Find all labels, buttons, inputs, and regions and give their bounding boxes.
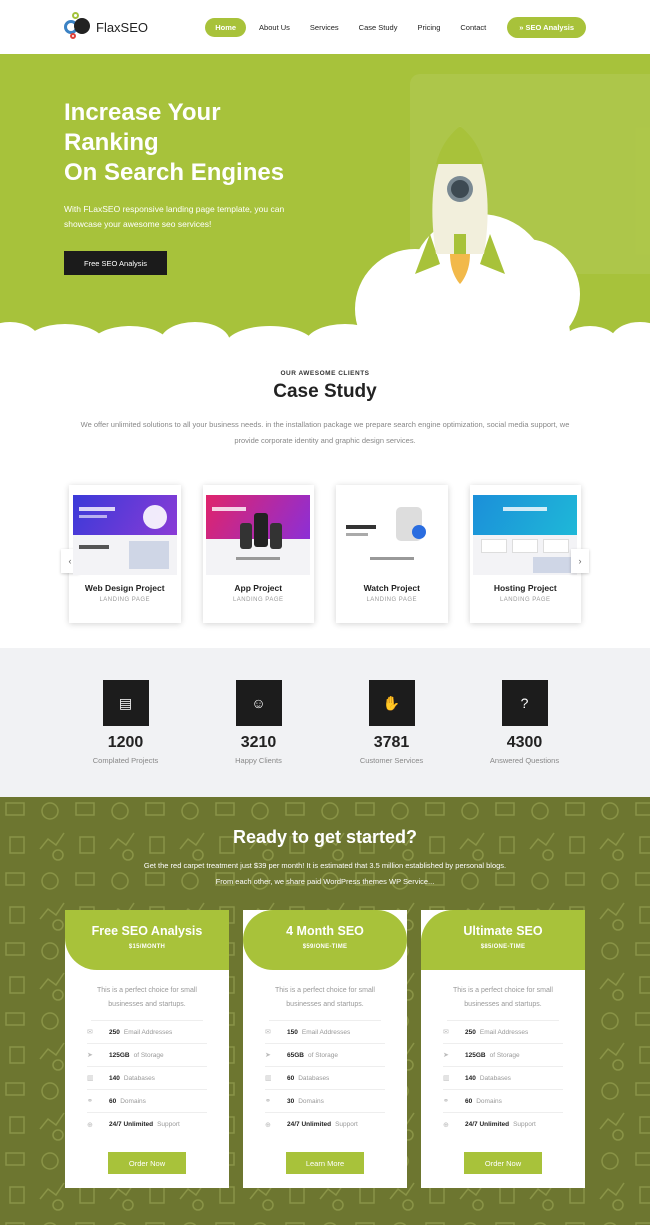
nav-item-about-us[interactable]: About Us — [252, 18, 297, 37]
feature-row: ➤ 125GB of Storage — [443, 1044, 563, 1067]
trash-icon: ▥ — [265, 1075, 272, 1082]
nav-item-pricing[interactable]: Pricing — [410, 18, 447, 37]
plan-header: Ultimate SEO $85/ONE-TIME — [421, 910, 585, 970]
stat-item: ✋ 3781 Customer Services — [325, 648, 458, 797]
pricing-card: Ultimate SEO $85/ONE-TIME This is a perf… — [421, 910, 585, 1188]
support-icon: ✋ — [368, 680, 415, 726]
rocket-icon — [415, 126, 505, 284]
send-icon: ➤ — [443, 1052, 449, 1059]
project-thumbnail — [473, 495, 578, 575]
order-now-button[interactable]: Order Now — [464, 1152, 542, 1174]
hero-subtitle: With FLaxSEO responsive landing page tem… — [64, 204, 285, 229]
stat-item: ? 4300 Answered Questions — [458, 648, 591, 797]
nav-item-contact[interactable]: Contact — [453, 18, 493, 37]
project-card[interactable]: Watch Project LANDING PAGE — [336, 485, 448, 623]
stat-item: ▤ 1200 Complated Projects — [59, 648, 192, 797]
send-icon: ➤ — [87, 1052, 93, 1059]
feature-row: ⊕ 24/7 Unlimited Support — [87, 1121, 180, 1129]
feature-row: ➤ 65GB of Storage — [265, 1044, 385, 1067]
link-icon: ⚭ — [443, 1098, 449, 1105]
site-header: FlaxSEO Home About Us Services Case Stud… — [0, 0, 650, 54]
feature-row: ⊕ 24/7 Unlimited Support — [443, 1121, 536, 1129]
order-now-button[interactable]: Order Now — [108, 1152, 186, 1174]
send-icon: ➤ — [265, 1052, 271, 1059]
logo-icon — [64, 12, 92, 40]
link-icon: ⚭ — [87, 1098, 93, 1105]
question-icon: ? — [501, 680, 548, 726]
pricing-description: Get the red carpet treatment just $39 pe… — [143, 861, 507, 886]
feature-row: ⊕ 24/7 Unlimited Support — [265, 1121, 358, 1129]
section-description: We offer unlimited solutions to all your… — [80, 420, 570, 445]
learn-more-button[interactable]: Learn More — [286, 1152, 364, 1174]
feature-row: ✉ 150 Email Addresses — [265, 1021, 385, 1044]
project-thumbnail — [72, 495, 177, 575]
email-icon: ✉ — [265, 1029, 271, 1036]
pricing-card: 4 Month SEO $59/ONE-TIME This is a perfe… — [243, 910, 407, 1188]
pricing-plans: Free SEO Analysis $15/MONTH This is a pe… — [0, 910, 650, 1188]
project-card[interactable]: Web Design Project LANDING PAGE — [69, 485, 181, 623]
project-carousel: ‹ Web Design Project LANDING PAGE App Pr… — [61, 485, 589, 623]
email-icon: ✉ — [443, 1029, 449, 1036]
email-icon: ✉ — [87, 1029, 93, 1036]
pricing-card: Free SEO Analysis $15/MONTH This is a pe… — [65, 910, 229, 1188]
stats-section: ▤ 1200 Complated Projects ☺ 3210 Happy C… — [0, 648, 650, 797]
plan-header: Free SEO Analysis $15/MONTH — [65, 910, 229, 970]
carousel-next-icon[interactable]: › — [571, 549, 589, 573]
briefcase-icon: ▤ — [102, 680, 149, 726]
free-seo-analysis-button[interactable]: Free SEO Analysis — [64, 251, 167, 275]
hero-title: Increase Your Ranking On Search Engines — [64, 99, 285, 186]
main-nav: Home About Us Services Case Study Pricin… — [205, 17, 493, 37]
feature-row: ⚭ 30 Domains — [265, 1090, 385, 1113]
feature-row: ➤ 125GB of Storage — [87, 1044, 207, 1067]
project-thumbnail — [206, 495, 311, 575]
feature-row: ▥ 140 Databases — [87, 1067, 207, 1090]
feature-row: ▥ 60 Databases — [265, 1067, 385, 1090]
hero-section: Increase Your Ranking On Search Engines … — [0, 54, 650, 338]
nav-item-case-study[interactable]: Case Study — [352, 18, 405, 37]
stat-item: ☺ 3210 Happy Clients — [192, 648, 325, 797]
trash-icon: ▥ — [443, 1075, 450, 1082]
project-card[interactable]: Hosting Project LANDING PAGE — [469, 485, 581, 623]
nav-item-services[interactable]: Services — [303, 18, 346, 37]
feature-row: ⚭ 60 Domains — [443, 1090, 563, 1113]
project-card[interactable]: App Project LANDING PAGE — [202, 485, 314, 623]
smiley-icon: ☺ — [235, 680, 282, 726]
feature-row: ⚭ 60 Domains — [87, 1090, 207, 1113]
case-study-section: OUR AWESOME CLIENTS Case Study We offer … — [0, 338, 650, 648]
support-icon: ⊕ — [87, 1121, 93, 1129]
pricing-title: Ready to get started? — [232, 827, 418, 847]
section-title: Case Study — [273, 381, 377, 402]
pricing-section: Ready to get started? Get the red carpet… — [0, 797, 650, 1225]
support-icon: ⊕ — [443, 1121, 449, 1129]
feature-row: ✉ 250 Email Addresses — [87, 1021, 207, 1044]
support-icon: ⊕ — [265, 1121, 271, 1129]
section-eyebrow: OUR AWESOME CLIENTS — [280, 370, 370, 377]
logo-text: FlaxSEO — [96, 19, 149, 35]
feature-row: ▥ 140 Databases — [443, 1067, 563, 1090]
plan-header: 4 Month SEO $59/ONE-TIME — [243, 910, 407, 970]
feature-row: ✉ 250 Email Addresses — [443, 1021, 563, 1044]
seo-analysis-button[interactable]: » SEO Analysis — [507, 16, 586, 38]
nav-item-home[interactable]: Home — [205, 17, 247, 37]
logo[interactable]: FlaxSEO — [64, 12, 197, 40]
project-thumbnail — [339, 495, 444, 575]
trash-icon: ▥ — [87, 1075, 94, 1082]
link-icon: ⚭ — [265, 1098, 271, 1105]
